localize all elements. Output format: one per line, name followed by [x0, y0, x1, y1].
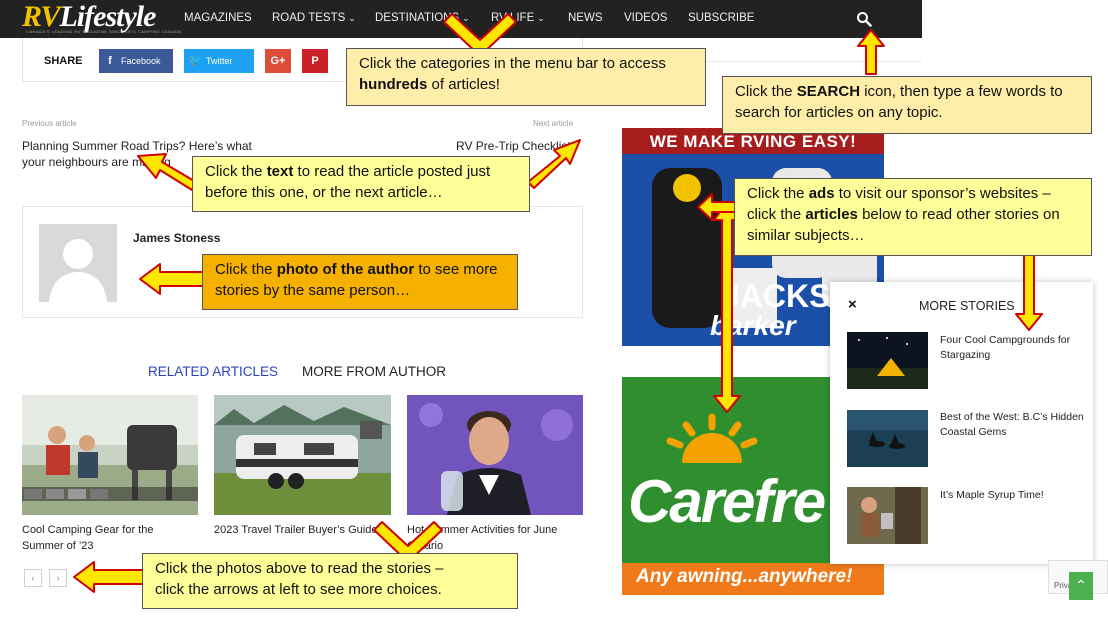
- next-article-label: Next article: [533, 119, 574, 128]
- callout-photos-line2: click the arrows at left to see more cho…: [155, 581, 442, 598]
- googleplus-icon: G+: [270, 55, 286, 67]
- share-googleplus-button[interactable]: G+: [265, 49, 291, 73]
- travel-trailer-photo: [214, 395, 391, 515]
- ad1-headline: WE MAKE RVING EASY!: [649, 132, 857, 151]
- callout-search-text: Click the: [735, 83, 797, 100]
- callout-menu-text: Click the categories in the menu bar to …: [359, 55, 666, 72]
- nav-item-label: DESTINATIONS: [375, 12, 460, 24]
- arrow-to-pager: [73, 561, 151, 593]
- more-stories-title: MORE STORIES: [919, 299, 1015, 313]
- related-caption-1-line1: Cool Camping Gear for the: [22, 524, 154, 536]
- chevron-down-icon: ⌄: [348, 13, 356, 23]
- logo-tagline: CANADA'S LEADING RV MAGAZINE SINCE 1971 …: [26, 29, 181, 34]
- related-caption-1-line2: Summer of ’23: [22, 540, 94, 552]
- more-story-thumb-1[interactable]: [847, 332, 928, 389]
- callout-ads-bold1: ads: [808, 185, 835, 202]
- pager-next-button[interactable]: ›: [49, 569, 67, 587]
- more-story-thumb-2[interactable]: [847, 410, 928, 467]
- related-caption-1[interactable]: Cool Camping Gear for the Summer of ’23: [22, 522, 202, 554]
- user-silhouette-icon: [49, 239, 107, 302]
- stargazing-photo: [847, 332, 928, 389]
- chevron-up-icon: ⌃: [1075, 577, 1087, 593]
- chevron-down-icon: ⌄: [462, 13, 470, 23]
- next-article-link[interactable]: RV Pre-Trip Checklist: [456, 138, 571, 154]
- ad2-brand: Carefre: [628, 468, 826, 535]
- camping-gear-photo: [22, 395, 198, 515]
- previous-article-title-line1: Planning Summer Road Trips? Here’s what: [22, 139, 252, 153]
- logo-tagline-right: CAMPING CANADA: [137, 29, 182, 34]
- nav-item-label: NEWS: [568, 12, 603, 24]
- top-nav-bar: RVLifestyle CANADA'S LEADING RV MAGAZINE…: [0, 0, 922, 38]
- callout-photos: Click the photos above to read the stori…: [142, 553, 518, 609]
- coastal-orcas-photo: [847, 410, 928, 467]
- related-caption-3[interactable]: Hot Summer Activities for June Ontario: [407, 522, 583, 554]
- more-story-thumb-3[interactable]: [847, 487, 928, 544]
- nav-item-label: ROAD TESTS: [272, 12, 346, 24]
- callout-photos-line1: Click the photos above to read the stori…: [155, 560, 444, 577]
- twitter-label: Twitter: [206, 56, 233, 66]
- chevron-down-icon: ⌄: [537, 13, 545, 23]
- callout-author-pre: Click the: [215, 261, 277, 278]
- nav-item-news[interactable]: NEWS: [568, 0, 603, 38]
- tab-more-from-author[interactable]: MORE FROM AUTHOR: [302, 364, 446, 379]
- callout-search-bold: SEARCH: [796, 83, 861, 100]
- nav-item-label: VIDEOS: [624, 12, 668, 24]
- callout-ads: Click the ads to visit our sponsor’s web…: [734, 178, 1092, 256]
- related-caption-2[interactable]: 2023 Travel Trailer Buyer’s Guide: [214, 522, 394, 538]
- author-name[interactable]: James Stoness: [133, 231, 220, 245]
- callout-author-bold: photo of the author: [276, 261, 415, 278]
- page: RVLifestyle CANADA'S LEADING RV MAGAZINE…: [0, 0, 1108, 622]
- callout-ads-bold2: articles: [805, 206, 858, 223]
- author-avatar[interactable]: [39, 224, 117, 302]
- back-to-top-button[interactable]: ⌃: [1069, 572, 1093, 600]
- more-story-title-2[interactable]: Best of the West: B.C’s Hidden Coastal G…: [940, 410, 1085, 440]
- search-icon[interactable]: [856, 11, 872, 27]
- callout-prev-next: Click the text to read the article poste…: [192, 156, 530, 212]
- share-pinterest-button[interactable]: P: [302, 49, 328, 73]
- callout-text-bold: text: [266, 163, 294, 180]
- callout-ads-pre: Click the: [747, 185, 809, 202]
- ad2-tagline: Any awning...anywhere!: [636, 566, 853, 587]
- ad1-brand: barker: [710, 310, 796, 341]
- related-thumb-camping-gear[interactable]: [22, 395, 198, 515]
- related-caption-3-line1: Hot Summer Activities for June: [407, 524, 558, 536]
- site-logo[interactable]: RVLifestyle: [22, 2, 156, 32]
- twitter-icon: 🐦: [188, 55, 202, 67]
- tab-related-articles[interactable]: RELATED ARTICLES: [148, 364, 278, 379]
- previous-article-label: Previous article: [22, 119, 77, 128]
- nav-item-subscribe[interactable]: SUBSCRIBE: [688, 0, 754, 38]
- callout-menu-text-end: of articles!: [427, 76, 500, 93]
- nav-item-rv-life[interactable]: RV LIFE ⌄: [491, 0, 545, 38]
- nav-item-road-tests[interactable]: ROAD TESTS ⌄: [272, 0, 356, 38]
- callout-menu: Click the categories in the menu bar to …: [346, 48, 706, 106]
- related-caption-3-line2: Ontario: [407, 540, 444, 552]
- related-thumb-travel-trailer[interactable]: [214, 395, 391, 515]
- related-thumb-summer-activities[interactable]: [407, 395, 583, 515]
- nav-item-destinations[interactable]: DESTINATIONS ⌄: [375, 0, 470, 38]
- more-story-title-3[interactable]: It’s Maple Syrup Time!: [940, 488, 1085, 503]
- nav-item-magazines[interactable]: MAGAZINES: [184, 0, 252, 38]
- nav-item-label: SUBSCRIBE: [688, 12, 755, 24]
- maple-syrup-photo: [847, 487, 928, 544]
- logo-tagline-text: CANADA'S LEADING RV MAGAZINE SINCE 1971: [26, 29, 137, 34]
- share-facebook-button[interactable]: f Facebook: [99, 49, 173, 73]
- facebook-icon: f: [108, 55, 112, 67]
- nav-item-videos[interactable]: VIDEOS: [624, 0, 667, 38]
- summer-activities-photo: [407, 395, 583, 515]
- share-label: SHARE: [44, 55, 83, 67]
- nav-item-label: MAGAZINES: [184, 12, 252, 24]
- related-caption-2-line1: 2023 Travel Trailer Buyer’s Guide: [214, 524, 378, 536]
- facebook-label: Facebook: [121, 56, 161, 66]
- callout-text-pre: Click the: [205, 163, 267, 180]
- pinterest-icon: P: [311, 55, 319, 67]
- callout-search: Click the SEARCH icon, then type a few w…: [722, 76, 1092, 134]
- close-icon[interactable]: ×: [848, 296, 857, 313]
- share-twitter-button[interactable]: 🐦 Twitter: [184, 49, 254, 73]
- callout-menu-bold: hundreds: [359, 76, 428, 93]
- pager-prev-button[interactable]: ‹: [24, 569, 42, 587]
- callout-author: Click the photo of the author to see mor…: [202, 254, 518, 310]
- more-story-title-1[interactable]: Four Cool Campgrounds for Stargazing: [940, 333, 1085, 363]
- nav-item-label: RV LIFE: [491, 12, 535, 24]
